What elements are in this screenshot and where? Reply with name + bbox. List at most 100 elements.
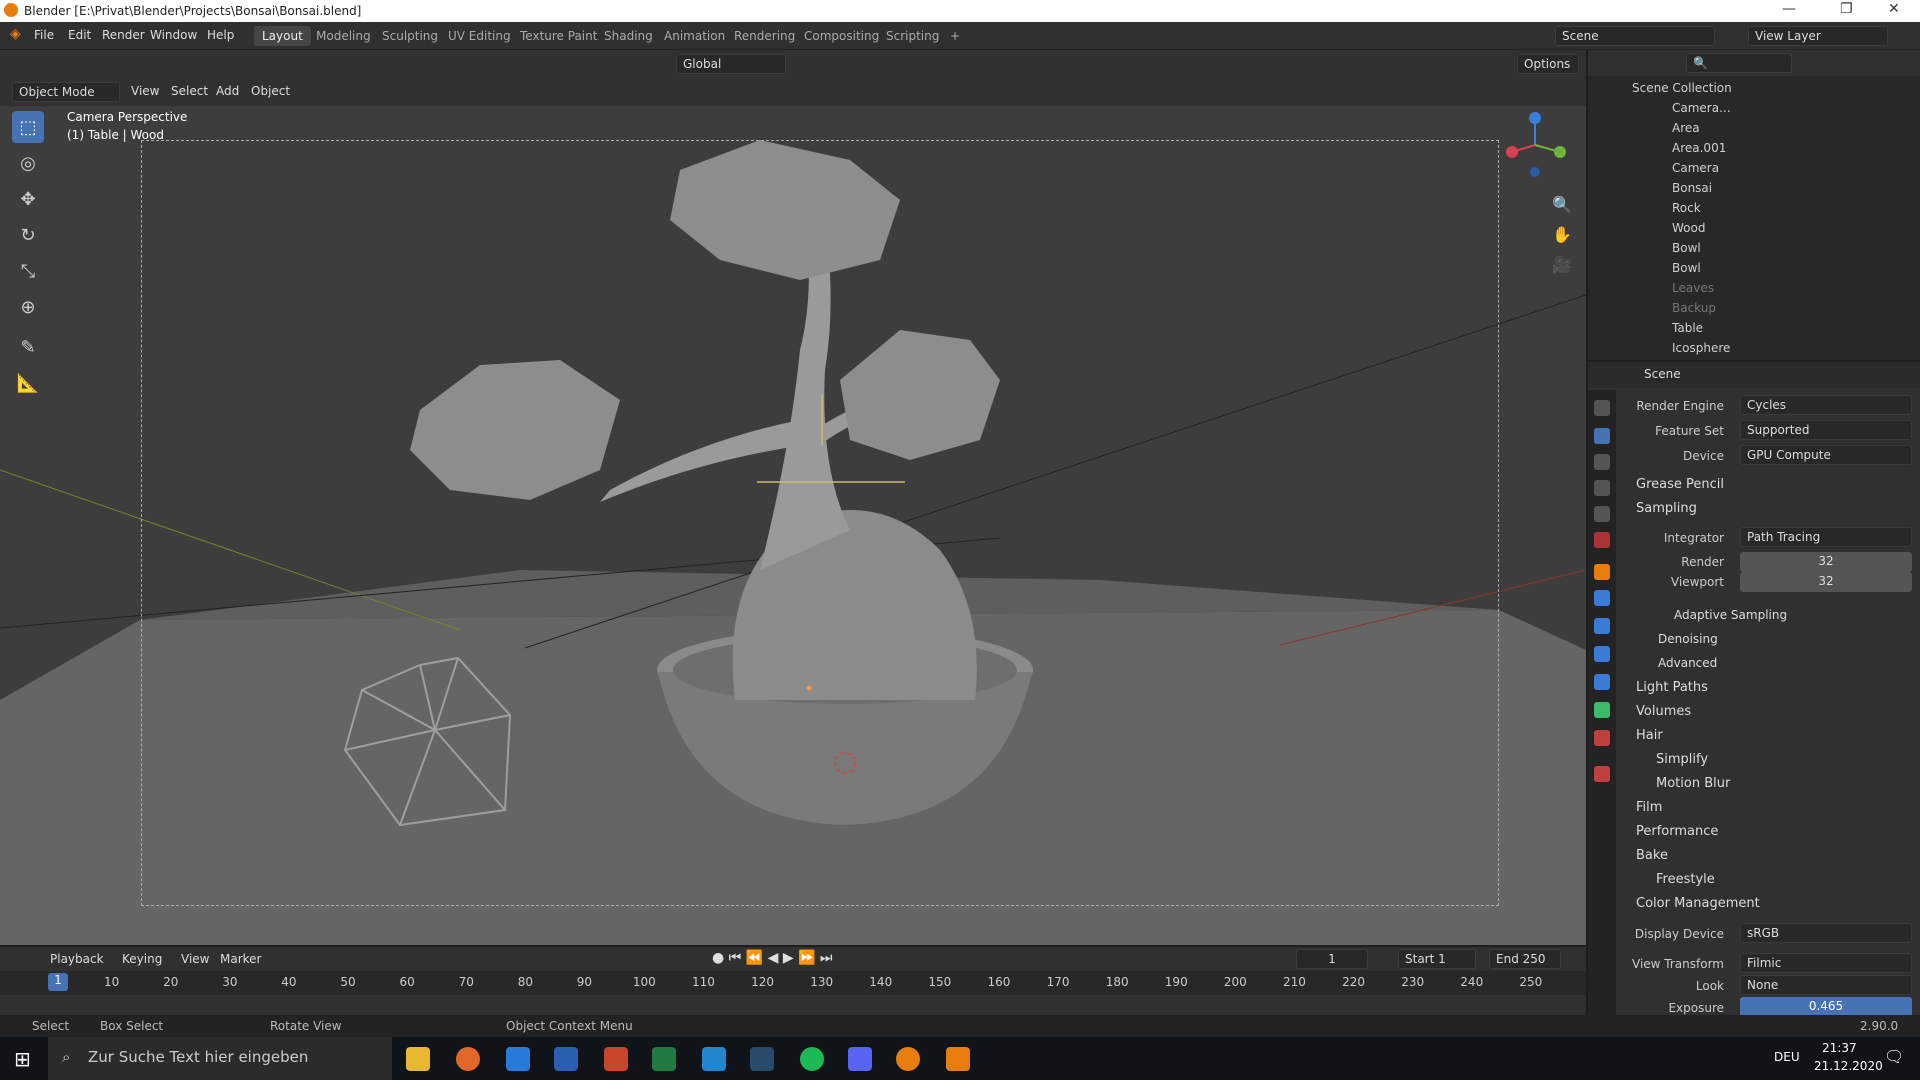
- particles-tab-icon[interactable]: [1594, 618, 1610, 634]
- hair-panel[interactable]: Hair: [1636, 728, 1663, 743]
- viewport-samples-field[interactable]: 32: [1740, 572, 1912, 592]
- add-workspace-icon[interactable]: +: [942, 26, 968, 46]
- move-tool-icon[interactable]: ✥: [12, 183, 44, 215]
- tab-sculpting[interactable]: Sculpting: [374, 26, 446, 46]
- menu-render[interactable]: Render: [102, 28, 145, 42]
- firefox-icon[interactable]: [456, 1047, 480, 1071]
- scene-selector[interactable]: Scene: [1555, 26, 1715, 46]
- render-tab-icon[interactable]: [1594, 428, 1610, 444]
- world-tab-icon[interactable]: [1594, 532, 1610, 548]
- powerpoint-icon[interactable]: [604, 1047, 628, 1071]
- simplify-panel[interactable]: Simplify: [1656, 752, 1708, 767]
- discord-icon[interactable]: [848, 1047, 872, 1071]
- view-transform-dropdown[interactable]: Filmic: [1740, 953, 1912, 973]
- viewport-menu-select[interactable]: Select: [171, 84, 208, 98]
- exposure-field[interactable]: 0.465: [1740, 997, 1912, 1017]
- steam-icon[interactable]: [750, 1047, 774, 1071]
- menu-file[interactable]: File: [34, 28, 54, 42]
- view-layer-tab-icon[interactable]: [1594, 480, 1610, 496]
- viewport-menu-add[interactable]: Add: [216, 84, 239, 98]
- volumes-panel[interactable]: Volumes: [1636, 704, 1691, 719]
- menu-help[interactable]: Help: [207, 28, 234, 42]
- spotify-icon[interactable]: [800, 1047, 824, 1071]
- render-samples-field[interactable]: 32: [1740, 552, 1912, 572]
- material-tab-icon[interactable]: [1594, 730, 1610, 746]
- notification-icon[interactable]: 🗨: [1884, 1047, 1904, 1066]
- todo-icon[interactable]: [506, 1047, 530, 1071]
- motion-blur-panel[interactable]: Motion Blur: [1656, 776, 1730, 791]
- physics-tab-icon[interactable]: [1594, 646, 1610, 662]
- bake-panel[interactable]: Bake: [1636, 848, 1668, 863]
- list-item[interactable]: Bowl: [1588, 238, 1920, 258]
- tab-animation[interactable]: Animation: [656, 26, 733, 46]
- list-item[interactable]: Area.001: [1588, 138, 1920, 158]
- blender-taskbar-icon[interactable]: [896, 1047, 920, 1071]
- menu-edit[interactable]: Edit: [68, 28, 91, 42]
- list-item[interactable]: Scene Collection: [1588, 78, 1920, 98]
- list-item[interactable]: Icosphere: [1588, 338, 1920, 358]
- film-panel[interactable]: Film: [1636, 800, 1662, 815]
- annotate-tool-icon[interactable]: ✎: [12, 331, 44, 363]
- modifier-tab-icon[interactable]: [1594, 590, 1610, 606]
- feature-set-dropdown[interactable]: Supported: [1740, 420, 1912, 440]
- tab-modeling[interactable]: Modeling: [308, 26, 379, 46]
- language-indicator[interactable]: DEU: [1774, 1050, 1800, 1064]
- list-item[interactable]: Leaves: [1588, 278, 1920, 298]
- select-box-tool-icon[interactable]: ⬚: [12, 111, 44, 143]
- tab-layout[interactable]: Layout: [254, 26, 311, 46]
- menu-window[interactable]: Window: [150, 28, 197, 42]
- timeline-menu-view[interactable]: View: [181, 952, 209, 966]
- freestyle-panel[interactable]: Freestyle: [1656, 872, 1715, 887]
- list-item[interactable]: Backup: [1588, 298, 1920, 318]
- data-tab-icon[interactable]: [1594, 702, 1610, 718]
- timeline-menu-keying[interactable]: Keying: [122, 952, 162, 966]
- options-dropdown[interactable]: Options: [1517, 54, 1579, 74]
- object-mode-dropdown[interactable]: Object Mode: [12, 82, 120, 102]
- tool-tab-icon[interactable]: [1594, 400, 1610, 416]
- viewport-menu-object[interactable]: Object: [251, 84, 290, 98]
- list-item[interactable]: Rock: [1588, 198, 1920, 218]
- tab-compositing[interactable]: Compositing: [796, 26, 887, 46]
- blender-active-taskbar-icon[interactable]: [946, 1047, 970, 1071]
- playhead[interactable]: 1: [48, 973, 68, 991]
- tab-rendering[interactable]: Rendering: [726, 26, 803, 46]
- object-tab-icon[interactable]: [1594, 564, 1610, 580]
- list-item[interactable]: Camera...: [1588, 98, 1920, 118]
- view-layer-selector[interactable]: View Layer: [1748, 26, 1888, 46]
- transform-tool-icon[interactable]: ⊕: [12, 291, 44, 323]
- list-item[interactable]: Area: [1588, 118, 1920, 138]
- pan-hand-icon[interactable]: ✋: [1552, 225, 1572, 244]
- display-device-dropdown[interactable]: sRGB: [1740, 923, 1912, 943]
- file-explorer-icon[interactable]: [406, 1047, 430, 1071]
- clock-date[interactable]: 21.12.2020: [1814, 1059, 1883, 1073]
- texture-tab-icon[interactable]: [1594, 766, 1610, 782]
- timeline-menu-marker[interactable]: Marker: [220, 952, 261, 966]
- tab-shading[interactable]: Shading: [596, 26, 661, 46]
- scale-tool-icon[interactable]: ⤡: [12, 255, 44, 287]
- zoom-icon[interactable]: 🔍: [1552, 195, 1572, 214]
- timeline-ruler[interactable]: 1 10 20 30 40 50 60 70 80 90 100 110 120 130 140 150 16…: [0, 971, 1586, 995]
- integrator-dropdown[interactable]: Path Tracing: [1740, 527, 1912, 547]
- device-dropdown[interactable]: GPU Compute: [1740, 445, 1912, 465]
- windows-start-icon[interactable]: ⊞: [14, 1047, 31, 1071]
- performance-panel[interactable]: Performance: [1636, 824, 1718, 839]
- light-paths-panel[interactable]: Light Paths: [1636, 680, 1708, 695]
- minimize-icon[interactable]: —: [1782, 1, 1796, 17]
- restore-icon[interactable]: ❐: [1840, 1, 1853, 17]
- viewport-menu-view[interactable]: View: [131, 84, 159, 98]
- word-icon[interactable]: [554, 1047, 578, 1071]
- tab-uv-editing[interactable]: UV Editing: [440, 26, 519, 46]
- outliner-search-input[interactable]: 🔍: [1686, 53, 1792, 73]
- list-item[interactable]: Camera: [1588, 158, 1920, 178]
- measure-tool-icon[interactable]: 📐: [12, 367, 44, 399]
- clock-time[interactable]: 21:37: [1822, 1041, 1857, 1055]
- camera-view-icon[interactable]: 🎥: [1552, 255, 1572, 274]
- render-engine-dropdown[interactable]: Cycles: [1740, 395, 1912, 415]
- list-item[interactable]: Bowl: [1588, 258, 1920, 278]
- navigation-gizmo-icon[interactable]: [1500, 110, 1570, 180]
- list-item[interactable]: Bonsai: [1588, 178, 1920, 198]
- current-frame-field[interactable]: 1: [1296, 949, 1368, 969]
- advanced-panel[interactable]: Advanced: [1658, 656, 1717, 670]
- constraints-tab-icon[interactable]: [1594, 674, 1610, 690]
- start-frame-field[interactable]: Start 1: [1398, 949, 1476, 969]
